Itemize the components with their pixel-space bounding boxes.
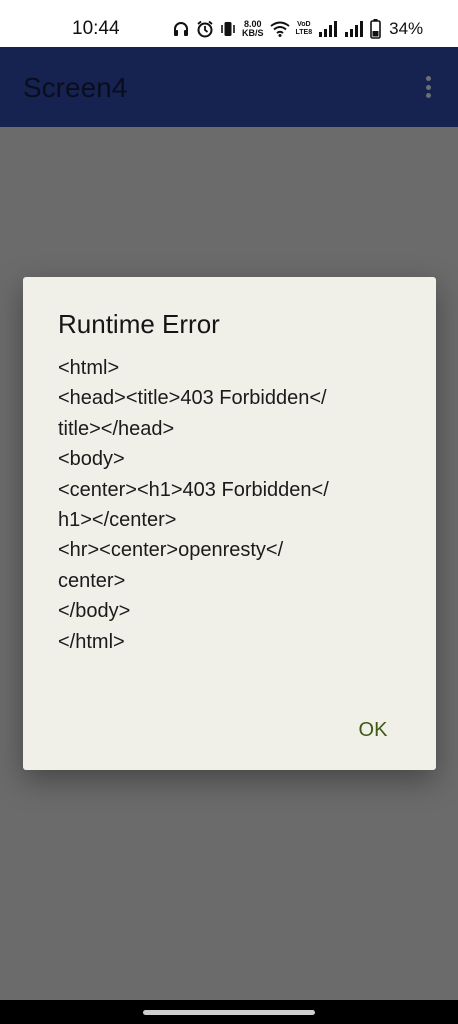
volte-bottom: LTE8 xyxy=(295,29,313,36)
message-line: <center><h1>403 Forbidden</ xyxy=(58,478,329,501)
ok-button[interactable]: OK xyxy=(343,712,403,748)
message-line: </body> xyxy=(58,600,131,623)
volte-top: VoD xyxy=(297,21,311,28)
status-time: 10:44 xyxy=(72,18,120,39)
status-bar: 10:44 8.00 KB/S VoD LTE8 34% xyxy=(0,0,458,47)
net-speed: 8.00 KB/S xyxy=(242,20,264,38)
battery-icon xyxy=(370,19,381,39)
overflow-dot xyxy=(425,76,431,81)
overflow-dot xyxy=(425,84,431,90)
runtime-error-dialog: Runtime Error <html> <head><title>403 Fo… xyxy=(23,277,436,770)
message-line: title></head> xyxy=(58,417,175,440)
message-line: <head><title>403 Forbidden</ xyxy=(58,387,327,410)
vibrate-icon xyxy=(220,20,236,38)
volte-indicator: VoD LTE8 xyxy=(296,21,313,37)
signal-icon xyxy=(318,21,338,37)
overflow-dot xyxy=(425,93,431,98)
navigation-bar xyxy=(0,1000,458,1024)
dialog-title: Runtime Error xyxy=(58,309,220,339)
dialog-message: <html> <head><title>403 Forbidden</ titl… xyxy=(58,353,403,657)
wifi-icon xyxy=(269,21,290,37)
net-speed-unit: KB/S xyxy=(242,28,264,38)
battery-percent: 34% xyxy=(389,19,424,38)
message-line: <hr><center>openresty</ xyxy=(58,539,284,562)
message-line: h1></center> xyxy=(58,509,177,532)
signal-icon xyxy=(344,21,364,37)
message-line: <html> xyxy=(58,357,120,379)
screen-title: Screen4 xyxy=(23,72,128,103)
more-vert-icon[interactable] xyxy=(416,72,440,102)
message-line: <body> xyxy=(58,448,125,471)
app-bar: Screen4 xyxy=(0,47,458,127)
alarm-icon xyxy=(196,20,214,38)
status-icons: 8.00 KB/S VoD LTE8 34% xyxy=(172,16,423,42)
headphones-icon xyxy=(172,20,190,38)
message-line: center> xyxy=(58,569,126,592)
message-line: </html> xyxy=(58,630,125,653)
home-gesture-handle[interactable] xyxy=(143,1010,315,1015)
